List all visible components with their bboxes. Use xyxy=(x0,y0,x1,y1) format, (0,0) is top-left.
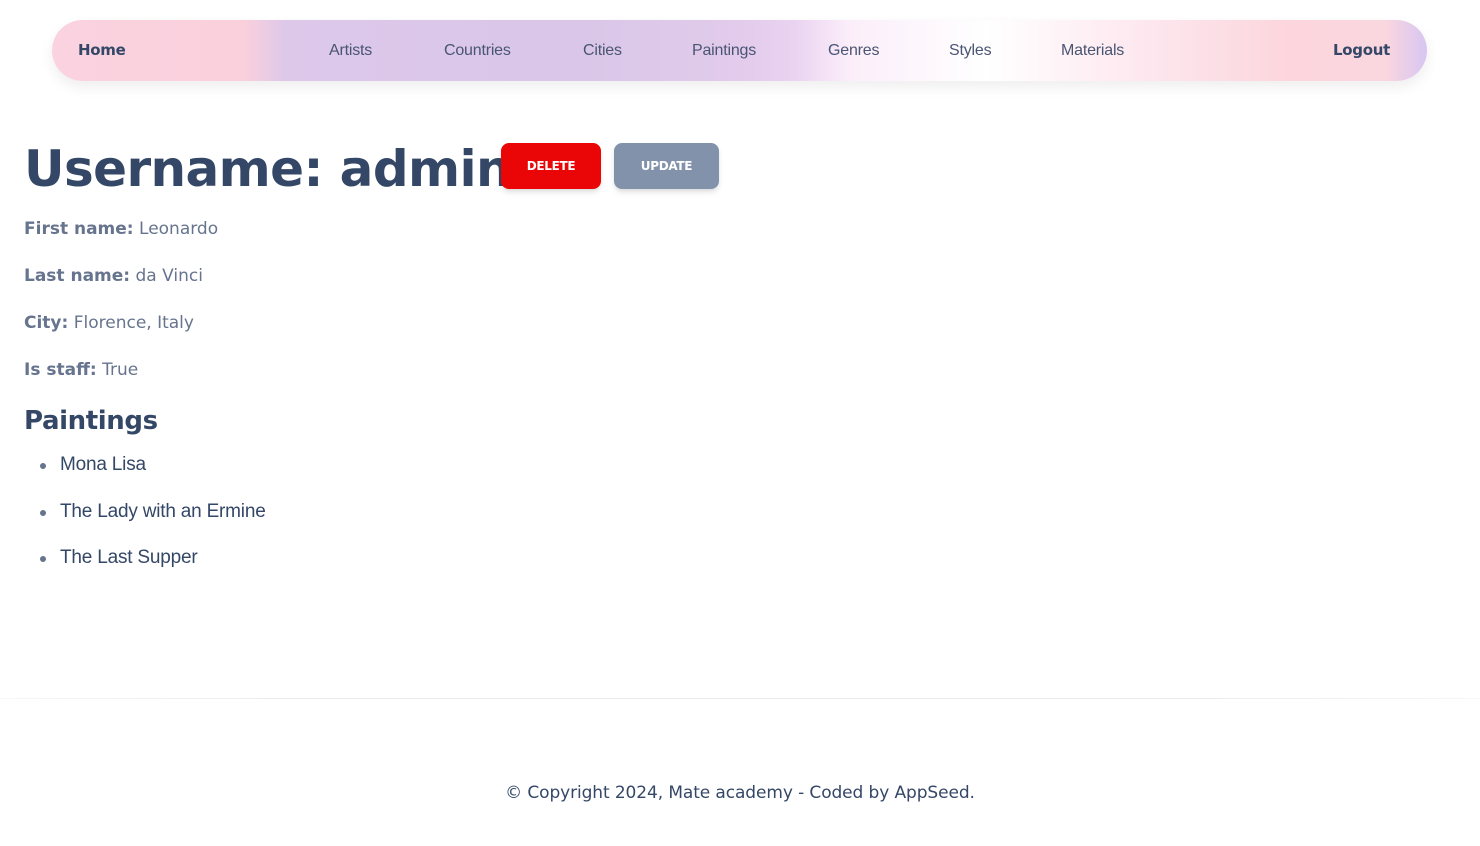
city-row: City: Florence, Italy xyxy=(24,313,194,333)
painting-name: The Last Supper xyxy=(60,547,198,568)
footer-divider xyxy=(0,698,1480,699)
painting-name: Mona Lisa xyxy=(60,454,146,475)
last-name-label: Last name: xyxy=(24,266,131,286)
delete-button[interactable]: DELETE xyxy=(501,143,601,189)
city-value: Florence, Italy xyxy=(73,313,194,333)
bullet-icon xyxy=(40,556,46,562)
is-staff-row: Is staff: True xyxy=(24,360,138,380)
first-name-label: First name: xyxy=(24,219,134,239)
paintings-heading: Paintings xyxy=(24,406,158,436)
last-name-row: Last name: da Vinci xyxy=(24,266,203,286)
is-staff-label: Is staff: xyxy=(24,360,97,380)
nav-paintings-link[interactable]: Paintings xyxy=(692,20,756,81)
nav-home-link[interactable]: Home xyxy=(78,20,126,81)
nav-genres-link[interactable]: Genres xyxy=(828,20,879,81)
nav-countries-link[interactable]: Countries xyxy=(444,20,511,81)
page-title: Username: admin xyxy=(24,140,512,198)
nav-artists-link[interactable]: Artists xyxy=(329,20,372,81)
first-name-row: First name: Leonardo xyxy=(24,219,218,239)
footer-copyright: © Copyright 2024, Mate academy - Coded b… xyxy=(505,783,975,803)
painting-name: The Lady with an Ermine xyxy=(60,501,266,522)
nav-materials-link[interactable]: Materials xyxy=(1061,20,1124,81)
first-name-value: Leonardo xyxy=(139,219,219,239)
last-name-value: da Vinci xyxy=(135,266,203,286)
top-navbar: Home Artists Countries Cities Paintings … xyxy=(52,20,1427,81)
nav-cities-link[interactable]: Cities xyxy=(583,20,622,81)
is-staff-value: True xyxy=(102,360,139,380)
bullet-icon xyxy=(40,463,46,469)
nav-styles-link[interactable]: Styles xyxy=(949,20,992,81)
bullet-icon xyxy=(40,510,46,516)
city-label: City: xyxy=(24,313,69,333)
nav-logout-link[interactable]: Logout xyxy=(1333,20,1390,81)
update-button[interactable]: UPDATE xyxy=(614,143,719,189)
